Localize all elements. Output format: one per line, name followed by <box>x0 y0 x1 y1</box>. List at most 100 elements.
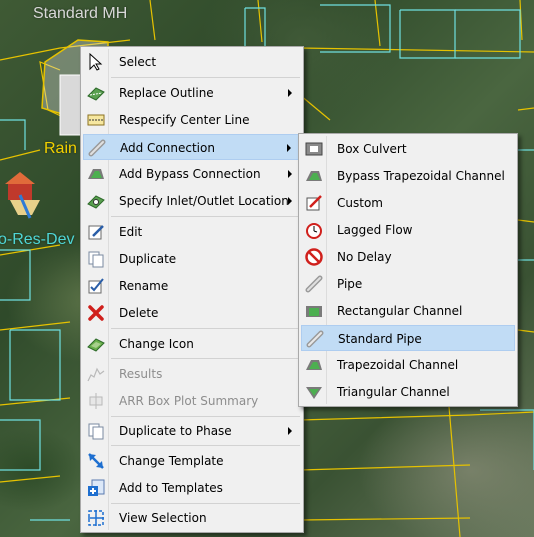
submenu-arrow-icon <box>288 197 292 205</box>
map-label-rain: Rain <box>44 140 77 157</box>
submenu-item-label: Lagged Flow <box>337 223 413 237</box>
no-delay-icon <box>305 248 323 266</box>
menu-item-results[interactable]: Results <box>83 361 301 387</box>
submenu-item-no-delay[interactable]: No Delay <box>301 244 515 270</box>
menu-item-add-to-templates[interactable]: Add to Templates <box>83 475 301 501</box>
box-plot-icon <box>87 392 105 410</box>
menu-item-arr-box-plot-summary[interactable]: ARR Box Plot Summary <box>83 388 301 414</box>
submenu-item-label: Pipe <box>337 277 363 291</box>
delete-x-icon <box>87 304 105 322</box>
submenu-item-label: No Delay <box>337 250 392 264</box>
menu-item-label: Delete <box>119 306 159 320</box>
view-selection-icon <box>87 509 105 527</box>
menu-item-edit[interactable]: Edit <box>83 219 301 245</box>
submenu-item-custom[interactable]: Custom <box>301 190 515 216</box>
submenu-item-label: Box Culvert <box>337 142 407 156</box>
menu-item-label: Edit <box>119 225 143 239</box>
duplicate-phase-icon <box>87 422 105 440</box>
submenu-item-lagged-flow[interactable]: Lagged Flow <box>301 217 515 243</box>
submenu-item-label: Custom <box>337 196 383 210</box>
house-node-icon[interactable] <box>5 172 40 219</box>
menu-separator <box>111 416 300 417</box>
menu-separator <box>111 445 300 446</box>
menu-item-rename[interactable]: Rename <box>83 273 301 299</box>
duplicate-icon <box>87 250 105 268</box>
menu-item-add-connection[interactable]: Add Connection <box>83 134 301 160</box>
menu-item-label: Duplicate <box>119 252 177 266</box>
menu-separator <box>111 77 300 78</box>
lagged-flow-clock-icon <box>305 221 323 239</box>
submenu-item-label: Rectangular Channel <box>337 304 463 318</box>
context-menu: Select Replace Outline Respecify Center … <box>80 46 304 533</box>
custom-icon <box>305 194 323 212</box>
bypass-channel-icon <box>87 165 105 183</box>
menu-item-label: Select <box>119 55 157 69</box>
pipe-icon <box>305 275 323 293</box>
submenu-arrow-icon <box>288 170 292 178</box>
pipe-icon <box>88 139 106 157</box>
menu-item-label: Add Bypass Connection <box>119 167 261 181</box>
menu-item-label: ARR Box Plot Summary <box>119 394 259 408</box>
submenu-item-label: Bypass Trapezoidal Channel <box>337 169 505 183</box>
submenu-item-box-culvert[interactable]: Box Culvert <box>301 136 515 162</box>
menu-item-label: Replace Outline <box>119 86 214 100</box>
submenu-item-label: Triangular Channel <box>337 385 450 399</box>
menu-item-label: Add Connection <box>120 141 215 155</box>
menu-item-specify-inlet-outlet[interactable]: Specify Inlet/Outlet Location <box>83 188 301 214</box>
menu-item-delete[interactable]: Delete <box>83 300 301 326</box>
center-line-icon <box>87 111 105 129</box>
menu-separator <box>111 328 300 329</box>
change-template-icon <box>87 452 105 470</box>
catchment-node-icon[interactable] <box>59 74 83 136</box>
bypass-trapezoidal-channel-icon <box>305 167 323 185</box>
triangular-channel-icon <box>305 383 323 401</box>
menu-item-label: Respecify Center Line <box>119 113 250 127</box>
rectangular-channel-icon <box>305 302 323 320</box>
submenu-item-rectangular-channel[interactable]: Rectangular Channel <box>301 298 515 324</box>
submenu-item-trapezoidal-channel[interactable]: Trapezoidal Channel <box>301 352 515 378</box>
submenu-arrow-icon <box>288 427 292 435</box>
menu-item-label: Duplicate to Phase <box>119 424 232 438</box>
menu-item-change-template[interactable]: Change Template <box>83 448 301 474</box>
menu-separator <box>111 503 300 504</box>
rename-icon <box>87 277 105 295</box>
results-chart-icon <box>87 365 105 383</box>
map-label-standard-mh: Standard MH <box>33 5 128 22</box>
submenu-item-label: Standard Pipe <box>338 332 422 346</box>
map-label-res-dev: o-Res-Dev <box>0 231 75 248</box>
menu-item-replace-outline[interactable]: Replace Outline <box>83 80 301 106</box>
standard-pipe-icon <box>306 330 324 348</box>
menu-item-label: View Selection <box>119 511 207 525</box>
submenu-arrow-icon <box>287 144 291 152</box>
edit-icon <box>87 223 105 241</box>
add-template-icon <box>87 479 105 497</box>
menu-item-duplicate-to-phase[interactable]: Duplicate to Phase <box>83 418 301 444</box>
cursor-arrow-icon <box>87 52 105 71</box>
submenu-arrow-icon <box>288 89 292 97</box>
menu-item-duplicate[interactable]: Duplicate <box>83 246 301 272</box>
menu-item-add-bypass-connection[interactable]: Add Bypass Connection <box>83 161 301 187</box>
add-connection-submenu: Box Culvert Bypass Trapezoidal Channel C… <box>298 133 518 407</box>
menu-item-label: Add to Templates <box>119 481 223 495</box>
submenu-item-standard-pipe[interactable]: Standard Pipe <box>301 325 515 351</box>
menu-item-select[interactable]: Select <box>83 49 301 75</box>
menu-item-label: Specify Inlet/Outlet Location <box>119 194 289 208</box>
menu-item-label: Change Template <box>119 454 224 468</box>
trapezoidal-channel-icon <box>305 356 323 374</box>
menu-item-label: Rename <box>119 279 169 293</box>
menu-item-view-selection[interactable]: View Selection <box>83 505 301 531</box>
submenu-item-bypass-trapezoidal-channel[interactable]: Bypass Trapezoidal Channel <box>301 163 515 189</box>
submenu-item-triangular-channel[interactable]: Triangular Channel <box>301 379 515 405</box>
menu-item-change-icon[interactable]: Change Icon <box>83 331 301 357</box>
submenu-item-pipe[interactable]: Pipe <box>301 271 515 297</box>
outline-icon <box>87 84 105 102</box>
menu-item-label: Results <box>119 367 163 381</box>
change-icon-icon <box>87 335 105 353</box>
menu-separator <box>111 216 300 217</box>
menu-item-label: Change Icon <box>119 337 194 351</box>
menu-separator <box>111 358 300 359</box>
submenu-item-label: Trapezoidal Channel <box>337 358 459 372</box>
box-culvert-icon <box>305 140 323 158</box>
menu-item-respecify-center-line[interactable]: Respecify Center Line <box>83 107 301 133</box>
inlet-outlet-icon <box>87 192 105 210</box>
